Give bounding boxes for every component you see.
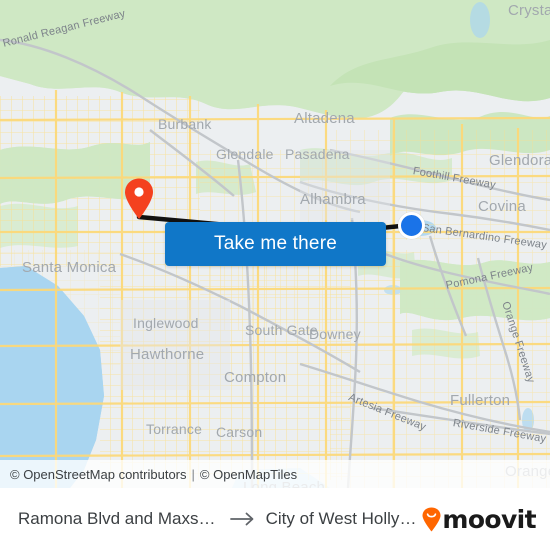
trip-summary-footer: Ramona Blvd and Maxson ... City of West … — [0, 488, 550, 550]
moovit-wordmark: moovit — [442, 504, 536, 534]
openstreetmap-attribution-link[interactable]: © OpenStreetMap contributors — [10, 467, 187, 482]
attribution-separator: | — [191, 466, 195, 482]
moovit-logo[interactable]: moovit — [422, 504, 537, 534]
moovit-trip-map-card: Crystal L...BurbankAltadenaGlendalePasad… — [0, 0, 550, 550]
arrow-right-icon — [229, 511, 256, 527]
route-endpoints: Ramona Blvd and Maxson ... City of West … — [18, 509, 422, 529]
map-attribution: © OpenStreetMap contributors | © OpenMap… — [0, 460, 550, 488]
origin-location-dot[interactable] — [397, 211, 425, 239]
destination-pin[interactable] — [124, 178, 154, 220]
map-canvas[interactable]: Crystal L...BurbankAltadenaGlendalePasad… — [0, 0, 550, 488]
openmaptiles-attribution-link[interactable]: © OpenMapTiles — [200, 467, 297, 482]
origin-label: Ramona Blvd and Maxson ... — [18, 509, 220, 528]
take-me-there-button[interactable]: Take me there — [165, 222, 386, 266]
destination-label: City of West Hollywo... — [265, 509, 423, 528]
moovit-pin-icon — [422, 507, 441, 532]
